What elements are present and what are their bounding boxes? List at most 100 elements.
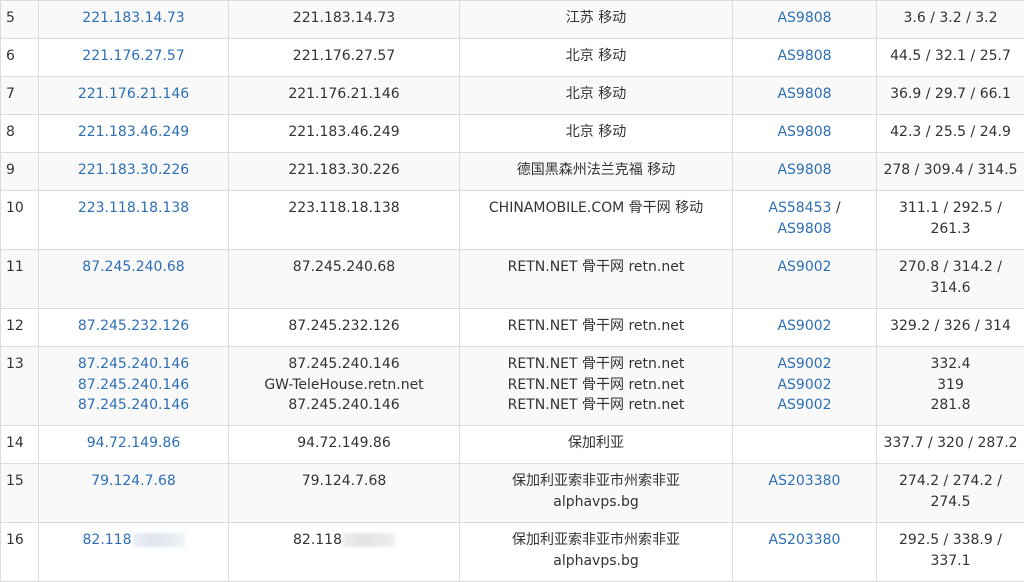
- latency: 319: [877, 375, 1024, 396]
- location: alphavps.bg: [460, 492, 732, 513]
- latency: 270.8 / 314.2 /: [877, 257, 1024, 278]
- hostname: GW-TeleHouse.retn.net: [229, 375, 459, 396]
- latency: 261.3: [877, 219, 1024, 240]
- as-link[interactable]: AS9808: [733, 122, 876, 143]
- redaction-blur: [343, 533, 395, 547]
- location: RETN.NET 骨干网 retn.net: [460, 316, 732, 337]
- as-link[interactable]: AS203380: [733, 471, 876, 492]
- table-row: 12 87.245.232.126 87.245.232.126 RETN.NE…: [1, 309, 1024, 347]
- as-link[interactable]: AS9002: [733, 257, 876, 278]
- traceroute-table: 5 221.183.14.73 221.183.14.73 江苏 移动 AS98…: [0, 0, 1024, 582]
- ip-link[interactable]: 221.176.27.57: [39, 46, 228, 67]
- ip-link[interactable]: 82.118: [83, 532, 132, 548]
- hostname: 87.245.240.146: [229, 354, 459, 375]
- hop-number: 15: [1, 464, 39, 523]
- latency: 292.5 / 338.9 /: [877, 530, 1024, 551]
- ip-line: 82.118: [39, 530, 228, 551]
- latency: 281.8: [877, 395, 1024, 416]
- latency: 278 / 309.4 / 314.5: [877, 160, 1024, 181]
- hop-number: 13: [1, 347, 39, 426]
- host-line: 82.118: [229, 530, 459, 551]
- as-link[interactable]: AS9808: [733, 84, 876, 105]
- as-separator: /: [831, 200, 840, 216]
- ip-link[interactable]: 79.124.7.68: [39, 471, 228, 492]
- ip-link[interactable]: 221.176.21.146: [39, 84, 228, 105]
- latency: 274.5: [877, 492, 1024, 513]
- latency: 311.1 / 292.5 /: [877, 198, 1024, 219]
- hostname: 223.118.18.138: [229, 198, 459, 219]
- location: 北京 移动: [460, 84, 732, 105]
- hop-number: 14: [1, 426, 39, 464]
- latency: 337.1: [877, 551, 1024, 572]
- latency: 332.4: [877, 354, 1024, 375]
- as-link[interactable]: AS9808: [733, 8, 876, 29]
- location: CHINAMOBILE.COM 骨干网 移动: [460, 198, 732, 219]
- ip-link[interactable]: 221.183.30.226: [39, 160, 228, 181]
- table-row: 11 87.245.240.68 87.245.240.68 RETN.NET …: [1, 250, 1024, 309]
- hop-number: 12: [1, 309, 39, 347]
- ip-link[interactable]: 221.183.46.249: [39, 122, 228, 143]
- table-row: 10 223.118.18.138 223.118.18.138 CHINAMO…: [1, 191, 1024, 250]
- as-link[interactable]: AS9002: [733, 354, 876, 375]
- location: RETN.NET 骨干网 retn.net: [460, 395, 732, 416]
- table-row: 14 94.72.149.86 94.72.149.86 保加利亚 337.7 …: [1, 426, 1024, 464]
- ip-link[interactable]: 87.245.240.68: [39, 257, 228, 278]
- hop-number: 11: [1, 250, 39, 309]
- hostname: 221.183.30.226: [229, 160, 459, 181]
- location: 北京 移动: [460, 46, 732, 67]
- hostname: 87.245.240.68: [229, 257, 459, 278]
- hop-number: 6: [1, 39, 39, 77]
- hop-number: 8: [1, 115, 39, 153]
- latency: 329.2 / 326 / 314: [877, 316, 1024, 337]
- hostname: 87.245.240.146: [229, 395, 459, 416]
- table-row: 15 79.124.7.68 79.124.7.68 保加利亚索非亚市州索非亚 …: [1, 464, 1024, 523]
- hostname: 221.183.14.73: [229, 8, 459, 29]
- table-row: 13 87.245.240.146 87.245.240.146 87.245.…: [1, 347, 1024, 426]
- as-link[interactable]: AS9002: [733, 316, 876, 337]
- hostname: 221.176.27.57: [229, 46, 459, 67]
- as-link[interactable]: AS58453: [768, 200, 831, 216]
- latency: 337.7 / 320 / 287.2: [877, 433, 1024, 454]
- as-link[interactable]: AS9808: [733, 219, 876, 240]
- as-link[interactable]: AS9002: [733, 395, 876, 416]
- as-link[interactable]: AS203380: [733, 530, 876, 551]
- table-row: 7 221.176.21.146 221.176.21.146 北京 移动 AS…: [1, 77, 1024, 115]
- hostname: 82.118: [293, 532, 342, 548]
- latency: 42.3 / 25.5 / 24.9: [877, 122, 1024, 143]
- table-row: 16 82.118 82.118 保加利亚索非亚市州索非亚 alphavps.b…: [1, 523, 1024, 582]
- redaction-blur: [133, 533, 185, 547]
- hop-number: 9: [1, 153, 39, 191]
- latency: 314.6: [877, 278, 1024, 299]
- location: RETN.NET 骨干网 retn.net: [460, 257, 732, 278]
- ip-link[interactable]: 87.245.240.146: [39, 354, 228, 375]
- location: 江苏 移动: [460, 8, 732, 29]
- location: RETN.NET 骨干网 retn.net: [460, 375, 732, 396]
- ip-link[interactable]: 87.245.240.146: [39, 395, 228, 416]
- as-link[interactable]: AS9808: [733, 160, 876, 181]
- as-pair: AS58453 /: [733, 198, 876, 219]
- as-link[interactable]: AS9002: [733, 375, 876, 396]
- table-row: 6 221.176.27.57 221.176.27.57 北京 移动 AS98…: [1, 39, 1024, 77]
- hostname: 221.176.21.146: [229, 84, 459, 105]
- table-row: 9 221.183.30.226 221.183.30.226 德国黑森州法兰克…: [1, 153, 1024, 191]
- as-link[interactable]: AS9808: [733, 46, 876, 67]
- table-row: 8 221.183.46.249 221.183.46.249 北京 移动 AS…: [1, 115, 1024, 153]
- latency: 274.2 / 274.2 /: [877, 471, 1024, 492]
- hostname: 221.183.46.249: [229, 122, 459, 143]
- hostname: 79.124.7.68: [229, 471, 459, 492]
- ip-link[interactable]: 94.72.149.86: [39, 433, 228, 454]
- location: 德国黑森州法兰克福 移动: [460, 160, 732, 181]
- location: 保加利亚: [460, 433, 732, 454]
- hop-number: 16: [1, 523, 39, 582]
- latency: 3.6 / 3.2 / 3.2: [877, 8, 1024, 29]
- hop-number: 7: [1, 77, 39, 115]
- as-cell-empty: [733, 426, 877, 464]
- table-row: 5 221.183.14.73 221.183.14.73 江苏 移动 AS98…: [1, 1, 1024, 39]
- ip-link[interactable]: 221.183.14.73: [39, 8, 228, 29]
- latency: 36.9 / 29.7 / 66.1: [877, 84, 1024, 105]
- ip-link[interactable]: 223.118.18.138: [39, 198, 228, 219]
- ip-link[interactable]: 87.245.232.126: [39, 316, 228, 337]
- ip-link[interactable]: 87.245.240.146: [39, 375, 228, 396]
- location: 北京 移动: [460, 122, 732, 143]
- hostname: 94.72.149.86: [229, 433, 459, 454]
